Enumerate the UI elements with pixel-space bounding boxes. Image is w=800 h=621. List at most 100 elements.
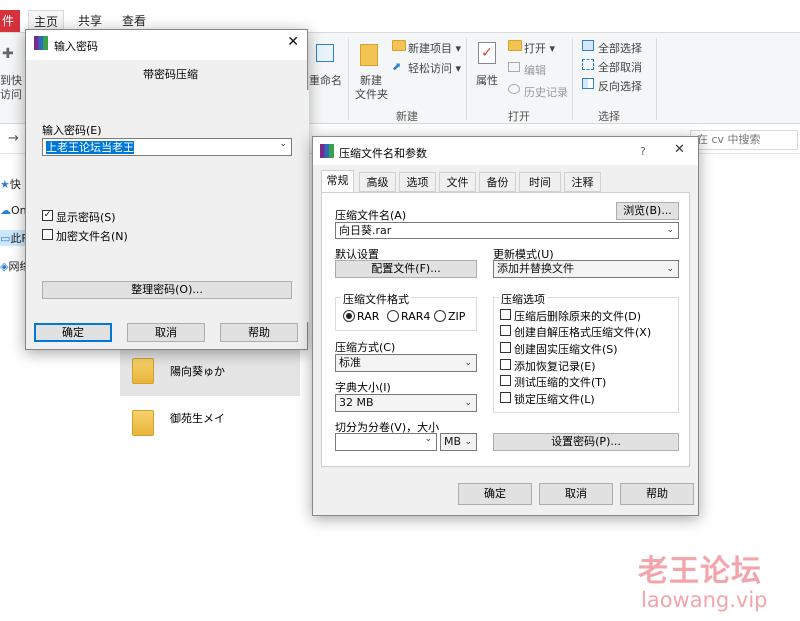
easy-access-button[interactable]: 轻松访问 ▾ bbox=[408, 60, 461, 76]
solid-checkbox[interactable] bbox=[500, 342, 511, 353]
tab-comment[interactable]: 注释 bbox=[564, 172, 601, 192]
archive-name-input[interactable]: 向日葵.rar ⌄ bbox=[335, 222, 679, 239]
profiles-button[interactable]: 配置文件(F)... bbox=[335, 260, 477, 278]
back-arrow-icon[interactable]: → bbox=[8, 131, 19, 146]
group-new-label: 新建 bbox=[396, 110, 418, 123]
browse-button[interactable]: 浏览(B)... bbox=[616, 202, 679, 220]
password-input[interactable]: 上老王论坛当老王 ⌄ bbox=[42, 138, 292, 156]
nav-onedrive[interactable]: ☁On bbox=[0, 204, 26, 217]
encrypt-names-label[interactable]: 加密文件名(N) bbox=[56, 228, 128, 244]
history-button[interactable]: 历史记录 bbox=[524, 84, 568, 100]
open-icon bbox=[508, 40, 522, 51]
radio-zip-label[interactable]: ZIP bbox=[448, 310, 465, 323]
properties-icon[interactable]: ✓ bbox=[478, 42, 496, 64]
show-password-checkbox[interactable]: ✓ bbox=[42, 210, 53, 221]
rename-icon[interactable] bbox=[316, 44, 334, 62]
dialog-title: 输入密码 bbox=[54, 40, 98, 53]
folder-icon bbox=[132, 410, 154, 436]
rename-button[interactable]: 重命名 bbox=[309, 72, 342, 88]
help-button[interactable]: 帮助 bbox=[220, 323, 298, 342]
split-size-input[interactable]: ⌄ bbox=[335, 433, 437, 451]
update-mode-select[interactable]: 添加并替换文件 ⌄ bbox=[493, 260, 679, 278]
select-none-button[interactable]: 全部取消 bbox=[598, 59, 642, 75]
lock-checkbox[interactable] bbox=[500, 392, 511, 403]
show-password-label[interactable]: 显示密码(S) bbox=[56, 209, 116, 225]
pin-icon[interactable]: ✚ bbox=[2, 46, 16, 62]
close-icon[interactable]: ✕ bbox=[674, 142, 685, 157]
ok-button[interactable]: 确定 bbox=[34, 323, 112, 342]
properties-button[interactable]: 属性 bbox=[476, 72, 498, 88]
method-select[interactable]: 标准 ⌄ bbox=[335, 354, 477, 372]
nav-quick-access[interactable]: ★快 bbox=[0, 176, 26, 192]
cancel-button[interactable]: 取消 bbox=[539, 483, 613, 505]
invert-select-icon bbox=[582, 78, 594, 89]
test-label[interactable]: 测试压缩的文件(T) bbox=[514, 374, 606, 390]
delete-after-checkbox[interactable] bbox=[500, 309, 511, 320]
edit-button[interactable]: 编辑 bbox=[524, 62, 546, 78]
pin-label-2: 访问 bbox=[0, 88, 22, 101]
ok-button[interactable]: 确定 bbox=[458, 483, 532, 505]
invert-select-button[interactable]: 反向选择 bbox=[598, 78, 642, 94]
radio-rar4[interactable] bbox=[387, 310, 399, 322]
sfx-label[interactable]: 创建自解压格式压缩文件(X) bbox=[514, 324, 651, 340]
tab-time[interactable]: 时间 bbox=[519, 172, 561, 192]
edit-icon bbox=[508, 62, 520, 72]
radio-rar4-label[interactable]: RAR4 bbox=[401, 310, 430, 323]
tab-general[interactable]: 常规 bbox=[321, 170, 354, 192]
help-button[interactable]: 帮助 bbox=[620, 483, 694, 505]
radio-rar[interactable] bbox=[343, 310, 355, 322]
set-password-button[interactable]: 设置密码(P)... bbox=[493, 433, 679, 451]
password-dialog: 输入密码 ✕ 带密码压缩 输入密码(E) 上老王论坛当老王 ⌄ ✓ 显示密码(S)… bbox=[25, 29, 309, 350]
radio-rar-label[interactable]: RAR bbox=[357, 310, 379, 323]
select-none-icon bbox=[582, 59, 594, 70]
cancel-button[interactable]: 取消 bbox=[127, 323, 205, 342]
help-icon[interactable]: ? bbox=[640, 145, 646, 158]
dict-select[interactable]: 32 MB ⌄ bbox=[335, 394, 477, 412]
tab-options[interactable]: 选项 bbox=[399, 172, 436, 192]
test-checkbox[interactable] bbox=[500, 375, 511, 386]
winrar-icon bbox=[320, 144, 334, 158]
radio-zip[interactable] bbox=[434, 310, 446, 322]
tab-view[interactable]: 查看 bbox=[122, 12, 146, 29]
organize-passwords-button[interactable]: 整理密码(O)... bbox=[42, 281, 292, 299]
file-tab[interactable]: 件 bbox=[0, 10, 20, 32]
winrar-icon bbox=[34, 36, 48, 50]
open-button[interactable]: 打开 ▾ bbox=[524, 40, 555, 56]
tab-advanced[interactable]: 高级 bbox=[359, 172, 396, 192]
group-open-label: 打开 bbox=[508, 110, 530, 123]
tab-share[interactable]: 共享 bbox=[78, 12, 102, 29]
separator bbox=[572, 38, 573, 120]
split-unit-select[interactable]: MB ⌄ bbox=[440, 433, 477, 451]
password-label: 输入密码(E) bbox=[42, 124, 102, 137]
sfx-checkbox[interactable] bbox=[500, 325, 511, 336]
new-folder-label-2[interactable]: 文件夹 bbox=[355, 86, 388, 102]
lock-label[interactable]: 锁定压缩文件(L) bbox=[514, 391, 595, 407]
tab-files[interactable]: 文件 bbox=[439, 172, 476, 192]
separator bbox=[348, 38, 349, 120]
search-input[interactable]: 在 cv 中搜索 bbox=[690, 130, 798, 150]
list-item-label[interactable]: 御苑生メイ bbox=[170, 410, 225, 426]
list-item-label[interactable]: 陽向葵ゅか bbox=[170, 363, 225, 379]
options-label: 压缩选项 bbox=[499, 291, 547, 307]
recovery-label[interactable]: 添加恢复记录(E) bbox=[514, 358, 596, 374]
select-all-button[interactable]: 全部选择 bbox=[598, 40, 642, 56]
new-item-button[interactable]: 新建项目 ▾ bbox=[408, 40, 461, 56]
close-icon[interactable]: ✕ bbox=[287, 34, 299, 50]
nav-network[interactable]: ◈网络 bbox=[0, 258, 26, 274]
tab-backup[interactable]: 备份 bbox=[479, 172, 516, 192]
dialog-heading: 带密码压缩 bbox=[143, 68, 198, 81]
easy-access-icon: ⬈ bbox=[392, 60, 402, 73]
recovery-checkbox[interactable] bbox=[500, 359, 511, 370]
separator bbox=[466, 38, 467, 120]
watermark-url: laowang.vip bbox=[641, 588, 768, 612]
nav-this-pc[interactable]: ▭此F bbox=[0, 230, 26, 246]
select-all-icon bbox=[582, 40, 594, 51]
delete-after-label[interactable]: 压缩后删除原来的文件(D) bbox=[514, 308, 641, 324]
encrypt-names-checkbox[interactable] bbox=[42, 229, 53, 240]
folder-icon bbox=[132, 358, 154, 384]
history-icon bbox=[508, 84, 520, 94]
new-item-icon bbox=[392, 40, 406, 51]
solid-label[interactable]: 创建固实压缩文件(S) bbox=[514, 341, 618, 357]
new-folder-icon[interactable] bbox=[360, 44, 378, 66]
watermark-text: 老王论坛 bbox=[638, 554, 762, 589]
